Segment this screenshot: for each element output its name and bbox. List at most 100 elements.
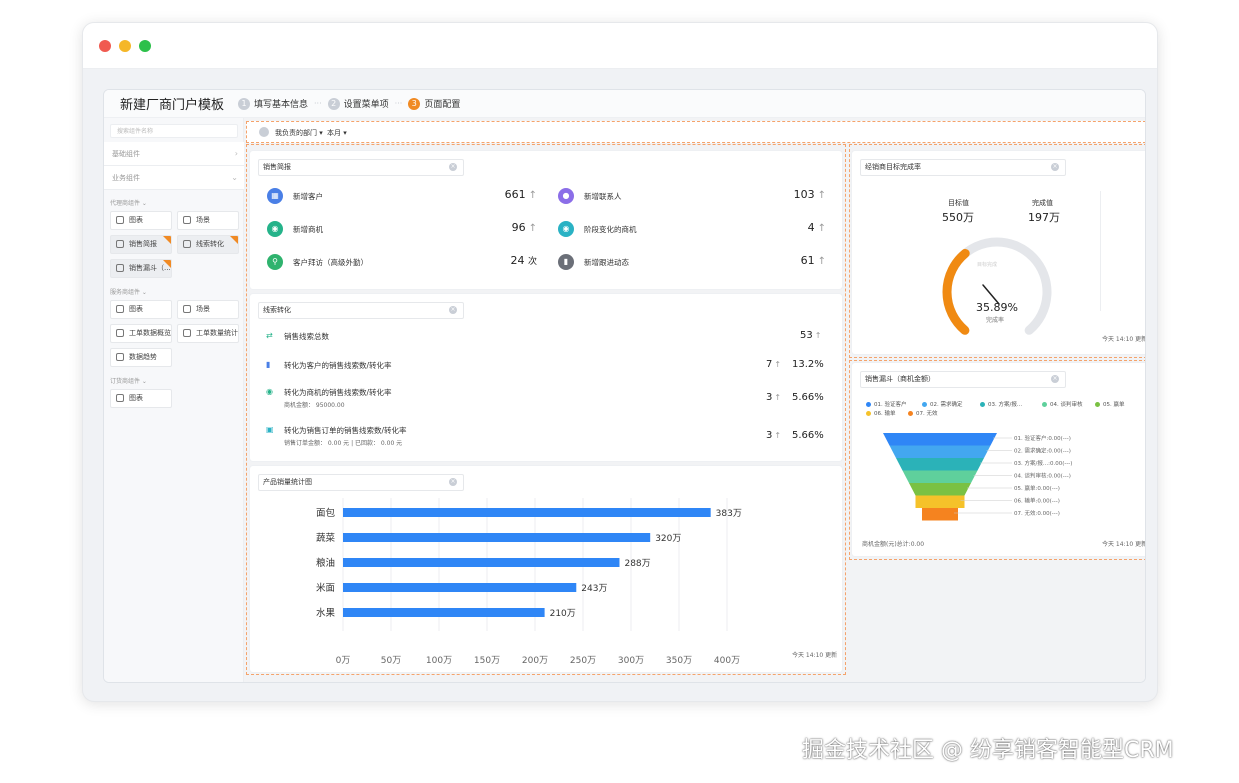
exchange-icon: ⇄ bbox=[266, 331, 273, 340]
section-agent[interactable]: 代理商组件 ⌄ bbox=[110, 198, 147, 207]
arrow-up-icon: ↑ bbox=[817, 190, 826, 201]
metric-stage-changed: ◉ 阶段变化的商机 4 ↑ bbox=[558, 221, 826, 243]
bar-chart: 0万 50万 100万 150万 200万 250万 300万 350万 400万 面包 383万蔬… bbox=[316, 498, 742, 666]
metric-customer-visits: ⚲ 客户拜访（高级外勤） 24 次 bbox=[267, 254, 537, 276]
tile-label: 图表 bbox=[129, 305, 143, 313]
step-basic-info[interactable]: 填写基本信息 bbox=[254, 97, 308, 110]
step-menu-items[interactable]: 设置菜单项 bbox=[344, 97, 389, 110]
browser-window: 新建厂商门户模板 1 填写基本信息 ··· 2 设置菜单项 ··· 3 页面配置… bbox=[82, 22, 1158, 702]
chart-icon bbox=[116, 394, 124, 402]
tile-data-trend[interactable]: 数据趋势 bbox=[110, 348, 172, 367]
x-tick-label: 100万 bbox=[426, 656, 452, 666]
clue-rate: 5.66% bbox=[792, 430, 824, 441]
component-search-input[interactable]: 搜索组件名称 bbox=[110, 124, 238, 138]
update-time: 今天 14:10 更新 bbox=[1102, 336, 1146, 343]
card-title-box[interactable]: 线索转化 × bbox=[258, 302, 464, 319]
chart-icon bbox=[116, 216, 124, 224]
metric-value: 661 bbox=[504, 188, 526, 201]
group-business-components[interactable]: 业务组件 ⌄ bbox=[104, 166, 244, 190]
update-time: 今天 14:10 更新 bbox=[792, 652, 838, 659]
funnel-stage-label: 03. 方案/报...:0.00(---) bbox=[1014, 459, 1072, 467]
tile-sales-funnel[interactable]: 销售漏斗（... bbox=[110, 259, 172, 278]
department-filter[interactable]: 我负责的部门 ▾ bbox=[275, 128, 323, 138]
tile-label: 场景 bbox=[196, 305, 210, 313]
close-icon[interactable]: × bbox=[1051, 163, 1059, 171]
metric-new-opportunities: ◉ 新增商机 96 ↑ bbox=[267, 221, 537, 243]
funnel-stage-label: 04. 谈判审核:0.00(---) bbox=[1014, 472, 1071, 480]
funnel-total: 商机金额(元)总计:0.00 bbox=[862, 541, 925, 548]
tile-ticket-count[interactable]: 工单数量统计 bbox=[177, 324, 239, 343]
avatar bbox=[259, 127, 269, 137]
metric-value: 61 bbox=[800, 254, 815, 267]
bar-value-label: 210万 bbox=[550, 609, 576, 619]
arrow-up-icon: ↑ bbox=[774, 393, 782, 402]
bar bbox=[343, 558, 620, 567]
section-reseller[interactable]: 订货商组件 ⌄ bbox=[110, 376, 147, 385]
tile-scene[interactable]: 场景 bbox=[177, 211, 239, 230]
tile-scene[interactable]: 场景 bbox=[177, 300, 239, 319]
category-label: 粮油 bbox=[316, 557, 335, 569]
document-icon: ▮ bbox=[266, 360, 271, 369]
step-page-config[interactable]: 页面配置 bbox=[424, 97, 460, 110]
tile-ticket-overview[interactable]: 工单数据概览 bbox=[110, 324, 172, 343]
category-label: 蔬菜 bbox=[316, 532, 336, 544]
metric-value: 24 bbox=[510, 254, 525, 267]
tile-label: 图表 bbox=[129, 394, 143, 402]
tile-chart[interactable]: 图表 bbox=[110, 389, 172, 408]
gauge-fill bbox=[942, 248, 970, 335]
group-basic-components[interactable]: 基础组件 › bbox=[104, 142, 244, 166]
clue-count: 3 bbox=[766, 430, 773, 441]
clue-subtext: 销售订单金额： 0.00 元 | 已回款： 0.00 元 bbox=[284, 440, 403, 447]
bar bbox=[343, 583, 577, 592]
close-window-button[interactable] bbox=[99, 40, 111, 52]
x-tick-label: 400万 bbox=[714, 656, 740, 666]
component-sidebar: 搜索组件名称 基础组件 › 业务组件 ⌄ 代理商组件 ⌄ 图表 场景 销售简报 … bbox=[104, 118, 244, 682]
product-sales-card[interactable]: 产品销量统计图 × 0万 50万 100万 150万 200万 250万 300万 350万 40… bbox=[250, 466, 842, 672]
metric-label: 新增客户 bbox=[293, 192, 323, 201]
metric-value: 4 bbox=[807, 221, 815, 234]
sales-funnel-card[interactable]: 销售漏斗（商机金额） × 01. 验证客户 02. 需求确定 03. 方案/报... 0… bbox=[852, 363, 1145, 556]
minimize-window-button[interactable] bbox=[119, 40, 131, 52]
maximize-window-button[interactable] bbox=[139, 40, 151, 52]
arrow-up-icon: ↑ bbox=[814, 331, 822, 340]
clue-rate: 13.2% bbox=[792, 359, 824, 370]
funnel-stage-label: 01. 验证客户:0.00(---) bbox=[1014, 434, 1071, 442]
x-tick-label: 50万 bbox=[381, 656, 401, 666]
section-service[interactable]: 服务商组件 ⌄ bbox=[110, 287, 147, 296]
tile-chart[interactable]: 图表 bbox=[110, 300, 172, 319]
step-number: 3 bbox=[408, 97, 421, 110]
metric-new-customers: ▦ 新增客户 661 ↑ bbox=[267, 188, 537, 210]
close-icon[interactable]: × bbox=[449, 163, 457, 171]
arrow-up-icon: ↑ bbox=[528, 190, 537, 201]
watermark: 掘金技术社区 @ 纷享销客智能型CRM bbox=[802, 738, 1174, 763]
card-icon bbox=[183, 329, 191, 337]
window-titlebar bbox=[83, 23, 1157, 69]
target-label: 目标值 bbox=[948, 199, 969, 207]
funnel-stage-label: 02. 需求确定:0.00(---) bbox=[1014, 447, 1071, 455]
bar bbox=[343, 533, 651, 542]
bar-value-label: 243万 bbox=[581, 584, 607, 594]
tile-chart[interactable]: 图表 bbox=[110, 211, 172, 230]
category-label: 米面 bbox=[316, 582, 335, 594]
funnel-icon bbox=[116, 264, 124, 272]
target-completion-card[interactable]: 经销商目标完成率 × 目标值 550万 完成值 197万 目标完成 35.89% … bbox=[852, 151, 1146, 354]
metric-label: 新增联系人 bbox=[584, 192, 622, 201]
clue-conversion-card[interactable]: 线索转化 × ⇄ 销售线索总数 53 ↑ ▮ 转化为客户的销售线索数/转化率 7 ↑ … bbox=[250, 294, 842, 461]
app-panel: 新建厂商门户模板 1 填写基本信息 ··· 2 设置菜单项 ··· 3 页面配置… bbox=[103, 89, 1146, 683]
metric-value: 96 bbox=[511, 221, 526, 234]
tile-sales-brief[interactable]: 销售简报 bbox=[110, 235, 172, 254]
sales-brief-card[interactable]: 销售简报 × ▦ 新增客户 661 ↑ ● 新增联系人 103 ↑ ◉ 新增商机 96… bbox=[250, 151, 842, 289]
card-title-box[interactable]: 销售简报 × bbox=[258, 159, 464, 176]
card-title-box[interactable]: 经销商目标完成率 × bbox=[860, 159, 1066, 176]
close-icon[interactable]: × bbox=[449, 306, 457, 314]
period-filter[interactable]: 本月 ▾ bbox=[327, 128, 347, 138]
bar-value-label: 288万 bbox=[624, 559, 650, 569]
tile-label: 场景 bbox=[196, 216, 210, 224]
divider bbox=[1100, 191, 1101, 311]
stage-icon: ◉ bbox=[558, 221, 574, 237]
x-tick-label: 250万 bbox=[570, 656, 596, 666]
step-separator: ··· bbox=[314, 99, 322, 108]
tile-clue-conversion[interactable]: 线索转化 bbox=[177, 235, 239, 254]
funnel-stage bbox=[883, 433, 997, 446]
funnel-stage bbox=[889, 445, 991, 458]
